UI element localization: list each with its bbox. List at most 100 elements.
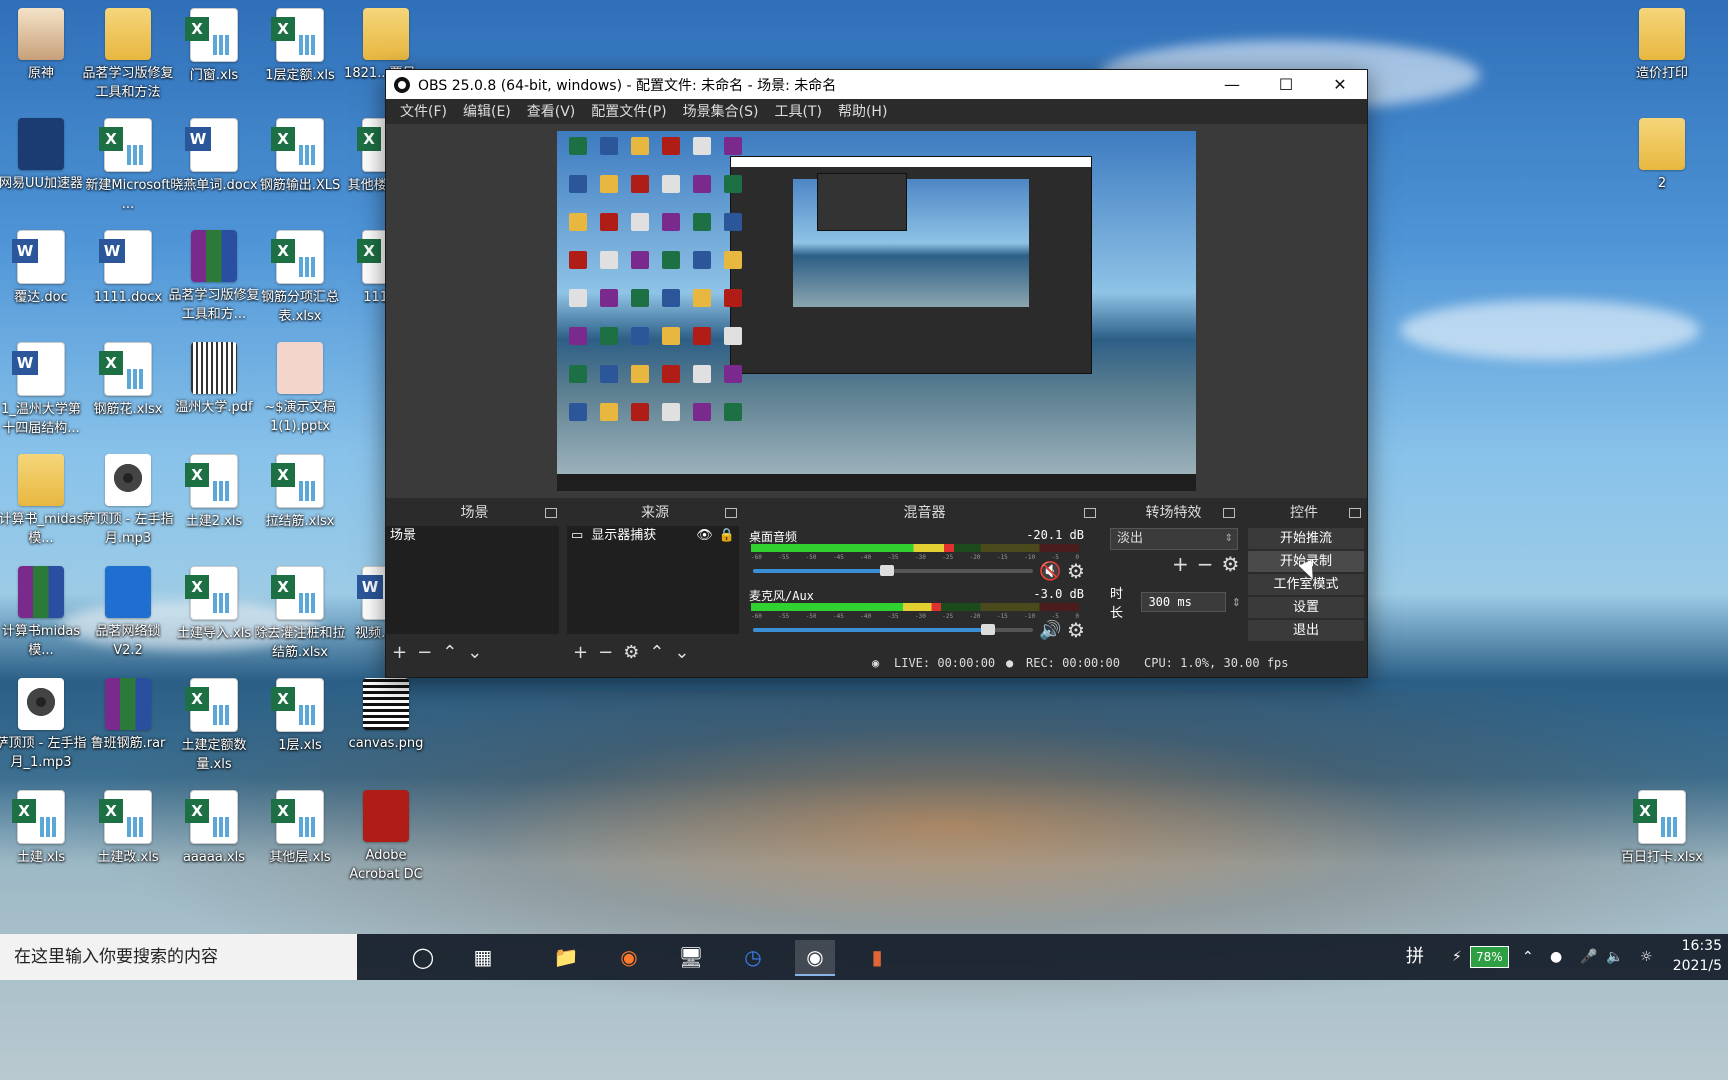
chevron-up-icon[interactable]: ⌃ (1522, 934, 1534, 980)
captured-desktop-icon (569, 175, 587, 193)
desktop-icon[interactable]: 计算书midas模... (0, 566, 87, 660)
desktop-icon[interactable]: 鲁班钢筋.rar (82, 678, 174, 753)
preview-area[interactable] (386, 124, 1367, 498)
desktop-icon[interactable]: 品茗学习版修复工具和方... (168, 230, 260, 324)
desktop-icon[interactable]: 土建.xls (0, 790, 87, 867)
desktop-icon[interactable]: 土建2.xls (168, 454, 260, 531)
remove-icon[interactable]: − (1197, 552, 1214, 576)
taskbar-clock[interactable]: 16:35 2021/5 (1673, 936, 1722, 976)
scene-item[interactable]: 场景 (386, 526, 559, 546)
desktop-icon[interactable]: 品茗网络锁V2.2 (82, 566, 174, 660)
add-icon[interactable]: + (1172, 552, 1189, 576)
desktop-icon[interactable]: 1层.xls (254, 678, 346, 755)
desktop-icon[interactable]: 门窗.xls (168, 8, 260, 85)
sources-list[interactable]: ▭ 显示器捕获 👁 🔒 (567, 526, 739, 634)
volume-slider[interactable] (753, 565, 1033, 576)
maximize-button[interactable]: ☐ (1259, 70, 1313, 99)
undock-icon[interactable] (725, 508, 737, 518)
firefox-icon[interactable]: ◉ (609, 940, 649, 974)
desktop-icon[interactable]: canvas.png (340, 678, 432, 753)
desktop-icon[interactable]: ~$演示文稿1(1).pptx (254, 342, 346, 436)
undock-icon[interactable] (1349, 508, 1361, 518)
desktop-icon[interactable]: 钢筋分项汇总表.xlsx (254, 230, 346, 326)
menu-view[interactable]: 查看(V) (519, 101, 584, 121)
menu-file[interactable]: 文件(F) (392, 101, 455, 121)
desktop-icon[interactable]: 新建Microsoft ... (82, 118, 174, 214)
desktop-icon[interactable]: 钢筋花.xlsx (82, 342, 174, 419)
obs-taskbar-icon[interactable]: ◉ (795, 940, 835, 976)
lock-icon[interactable]: 🔒 (719, 526, 735, 546)
desktop-icon[interactable]: 原神 (0, 8, 87, 83)
desktop-icon[interactable]: 晓燕单词.docx (168, 118, 260, 195)
powerpoint-icon[interactable]: ▮ (857, 940, 897, 974)
settings-button[interactable]: 设置 (1247, 596, 1365, 619)
ime-indicator[interactable]: 拼 (1406, 934, 1424, 980)
desktop-icon[interactable]: 萨顶顶 - 左手指月.mp3 (82, 454, 174, 548)
battery-level[interactable]: 78% (1470, 946, 1509, 968)
scale-tick-label: -40 (860, 554, 872, 561)
menu-tools[interactable]: 工具(T) (766, 101, 829, 121)
desktop-icon[interactable]: 2 (1616, 118, 1708, 193)
undock-icon[interactable] (545, 508, 557, 518)
desktop-icon[interactable]: 土建导入.xls (168, 566, 260, 643)
desktop-icon[interactable]: 萨顶顶 - 左手指月_1.mp3 (0, 678, 87, 772)
clock-app-icon[interactable]: ◷ (733, 940, 773, 974)
wifi-icon[interactable]: ☼ (1640, 934, 1653, 980)
desktop-icon[interactable]: 1_温州大学第十四届结构... (0, 342, 87, 438)
menu-profile[interactable]: 配置文件(P) (583, 101, 674, 121)
cortana-icon[interactable]: ◯ (403, 940, 443, 974)
transition-select[interactable]: 淡出 ⇕ (1110, 528, 1238, 550)
qq-icon[interactable]: ● (1550, 934, 1562, 980)
gear-icon[interactable]: ⚙ (1067, 559, 1085, 583)
muted-speaker-icon[interactable]: 🔇 (1039, 561, 1061, 582)
close-button[interactable]: ✕ (1313, 70, 1367, 99)
undock-icon[interactable] (1223, 508, 1235, 518)
desktop-icon[interactable]: 土建改.xls (82, 790, 174, 867)
desktop-icon[interactable]: 品茗学习版修复工具和方法 (82, 8, 174, 102)
desktop-icon[interactable]: 除去灌注桩和拉结筋.xlsx (254, 566, 346, 662)
desktop-icon[interactable]: 网易UU加速器 (0, 118, 87, 193)
desktop-icon[interactable]: 计算书_midas模... (0, 454, 87, 548)
desktop-icon[interactable]: 钢筋输出.XLS (254, 118, 346, 195)
volume-slider[interactable] (753, 624, 1033, 635)
menu-help[interactable]: 帮助(H) (830, 101, 895, 121)
desktop-icon[interactable]: 拉结筋.xlsx (254, 454, 346, 531)
controls-dock-header: 控件 (1241, 502, 1367, 524)
microphone-icon[interactable]: 🎤 (1580, 934, 1597, 980)
captured-desktop-icon (569, 403, 587, 421)
slider-knob[interactable] (880, 565, 895, 576)
duration-input[interactable]: 300 ms (1141, 592, 1226, 612)
menu-scene-collection[interactable]: 场景集合(S) (675, 101, 767, 121)
speaker-icon[interactable]: 🔊 (1039, 620, 1061, 641)
desktop-icon-label: 品茗学习版修复工具和方... (168, 288, 260, 322)
gear-icon[interactable]: ⚙ (1067, 618, 1085, 642)
task-view-icon[interactable]: ▦ (463, 940, 503, 974)
source-item[interactable]: ▭ 显示器捕获 👁 🔒 (567, 526, 739, 546)
slider-knob[interactable] (981, 624, 996, 635)
scenes-list[interactable]: 场景 (386, 526, 559, 634)
menu-edit[interactable]: 编辑(E) (455, 101, 519, 121)
desktop-icon[interactable]: 覆达.doc (0, 230, 87, 307)
visibility-eye-icon[interactable]: 👁 (696, 526, 713, 546)
taskbar-search-input[interactable]: 在这里输入你要搜索的内容 (0, 934, 357, 980)
spinner-icon[interactable]: ⇕ (1232, 596, 1241, 609)
preview-canvas[interactable] (557, 131, 1196, 491)
computer-icon[interactable]: 🖥 (671, 940, 711, 974)
desktop-icon[interactable]: 1111.docx (82, 230, 174, 307)
exit-button[interactable]: 退出 (1247, 619, 1365, 642)
start-streaming-button[interactable]: 开始推流 (1247, 527, 1365, 550)
desktop-icon[interactable]: 1层定额.xls (254, 8, 346, 85)
desktop-icon[interactable]: aaaaa.xls (168, 790, 260, 867)
gear-icon[interactable]: ⚙ (1222, 552, 1240, 576)
desktop-icon[interactable]: 土建定额数量.xls (168, 678, 260, 774)
undock-icon[interactable] (1084, 508, 1096, 518)
volume-icon[interactable]: 🔈 (1606, 934, 1623, 980)
file-explorer-icon[interactable]: 📁 (546, 940, 586, 974)
minimize-button[interactable]: — (1205, 70, 1259, 99)
desktop-icon[interactable]: Adobe Acrobat DC (340, 790, 432, 884)
obs-titlebar[interactable]: OBS 25.0.8 (64-bit, windows) - 配置文件: 未命名… (386, 70, 1367, 99)
desktop-icon[interactable]: 百日打卡.xlsx (1616, 790, 1708, 867)
desktop-icon[interactable]: 温州大学.pdf (168, 342, 260, 417)
desktop-icon[interactable]: 其他层.xls (254, 790, 346, 867)
desktop-icon[interactable]: 造价打印 (1616, 8, 1708, 83)
